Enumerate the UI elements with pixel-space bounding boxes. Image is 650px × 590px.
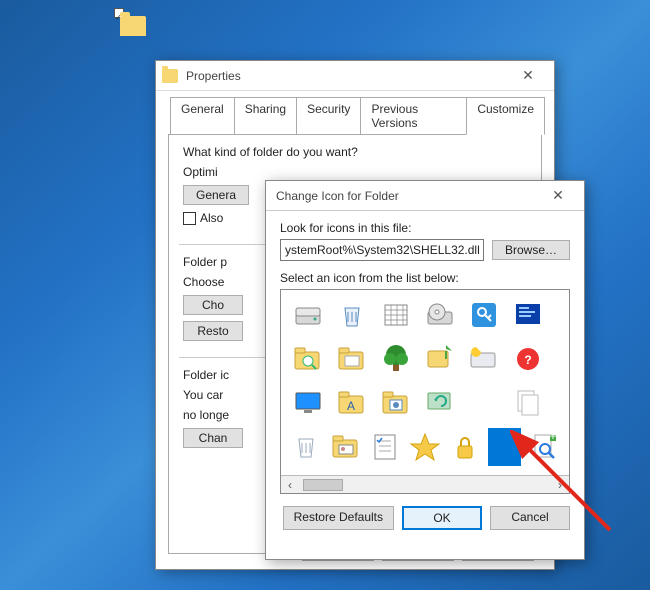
change-icon-titlebar[interactable]: Change Icon for Folder ✕: [266, 181, 584, 211]
icon-blank[interactable]: [465, 384, 503, 422]
scroll-right-icon[interactable]: ›: [551, 476, 569, 494]
icon-font-folder[interactable]: A: [333, 384, 371, 422]
icon-documents[interactable]: [509, 384, 547, 422]
icon-recycle-empty[interactable]: [289, 428, 323, 466]
svg-text:+: +: [550, 431, 557, 443]
icon-key[interactable]: [465, 296, 503, 334]
icon-cd-drive[interactable]: [421, 296, 459, 334]
tab-general[interactable]: General: [170, 97, 235, 134]
look-for-label: Look for icons in this file:: [280, 221, 570, 235]
select-icon-label: Select an icon from the list below:: [280, 271, 570, 285]
also-apply-checkbox-row[interactable]: Also: [183, 211, 223, 225]
svg-text:A: A: [347, 399, 355, 413]
icon-open-folder[interactable]: [333, 340, 371, 378]
icon-config-folder[interactable]: [377, 384, 415, 422]
icon-run-dialog[interactable]: [421, 340, 459, 378]
icon-tree[interactable]: [377, 340, 415, 378]
close-button[interactable]: ✕: [508, 62, 548, 90]
restore-default-button[interactable]: Resto: [183, 321, 243, 341]
icon-recycle-bin[interactable]: [333, 296, 371, 334]
icon-harddrive[interactable]: [289, 296, 327, 334]
scroll-thumb[interactable]: [303, 479, 343, 491]
tab-previous-versions[interactable]: Previous Versions: [360, 97, 467, 134]
cancel-button[interactable]: Cancel: [490, 506, 570, 530]
icon-help[interactable]: ?: [509, 340, 547, 378]
checkbox-icon: [183, 212, 196, 225]
icon-list[interactable]: ? A +: [280, 289, 570, 494]
tab-customize[interactable]: Customize: [466, 97, 545, 135]
svg-text:?: ?: [524, 353, 531, 367]
close-button[interactable]: ✕: [538, 182, 578, 210]
icon-calendar-grid[interactable]: [377, 296, 415, 334]
icon-checklist[interactable]: [368, 428, 402, 466]
tab-strip: General Sharing Security Previous Versio…: [156, 91, 554, 134]
folder-icon: [120, 16, 146, 36]
icon-file-input[interactable]: [280, 239, 484, 261]
scroll-track[interactable]: [299, 477, 551, 493]
icon-sleep[interactable]: [465, 340, 503, 378]
choose-file-button[interactable]: Cho: [183, 295, 243, 315]
tab-sharing[interactable]: Sharing: [234, 97, 297, 134]
icon-refresh[interactable]: [421, 384, 459, 422]
icon-search-folder[interactable]: [289, 340, 327, 378]
icon-star[interactable]: [408, 428, 442, 466]
dialog-title: Change Icon for Folder: [276, 189, 538, 203]
change-icon-button[interactable]: Chan: [183, 428, 243, 448]
icon-search-doc[interactable]: +: [527, 428, 561, 466]
window-title: Properties: [186, 69, 508, 83]
icon-lock[interactable]: [448, 428, 482, 466]
optimize-dropdown[interactable]: Genera: [183, 185, 249, 205]
icon-monitor[interactable]: [289, 384, 327, 422]
desktop-shortcut-folder[interactable]: [120, 10, 152, 42]
also-label: Also: [200, 211, 223, 225]
icon-idcard-folder[interactable]: [329, 428, 363, 466]
ok-button[interactable]: OK: [402, 506, 482, 530]
optimize-label: Optimi: [183, 165, 527, 179]
browse-button[interactable]: Browse…: [492, 240, 570, 260]
properties-titlebar[interactable]: Properties ✕: [156, 61, 554, 91]
icon-bsod[interactable]: [509, 296, 547, 334]
icon-selected-blue[interactable]: [488, 428, 522, 466]
tab-security[interactable]: Security: [296, 97, 361, 134]
folder-icon: [162, 69, 178, 83]
change-icon-dialog: Change Icon for Folder ✕ Look for icons …: [265, 180, 585, 560]
scroll-left-icon[interactable]: ‹: [281, 476, 299, 494]
icon-list-scrollbar[interactable]: ‹ ›: [281, 475, 569, 493]
kind-question-label: What kind of folder do you want?: [183, 145, 527, 159]
change-icon-button-bar: Restore Defaults OK Cancel: [280, 506, 570, 530]
restore-defaults-button[interactable]: Restore Defaults: [283, 506, 394, 530]
